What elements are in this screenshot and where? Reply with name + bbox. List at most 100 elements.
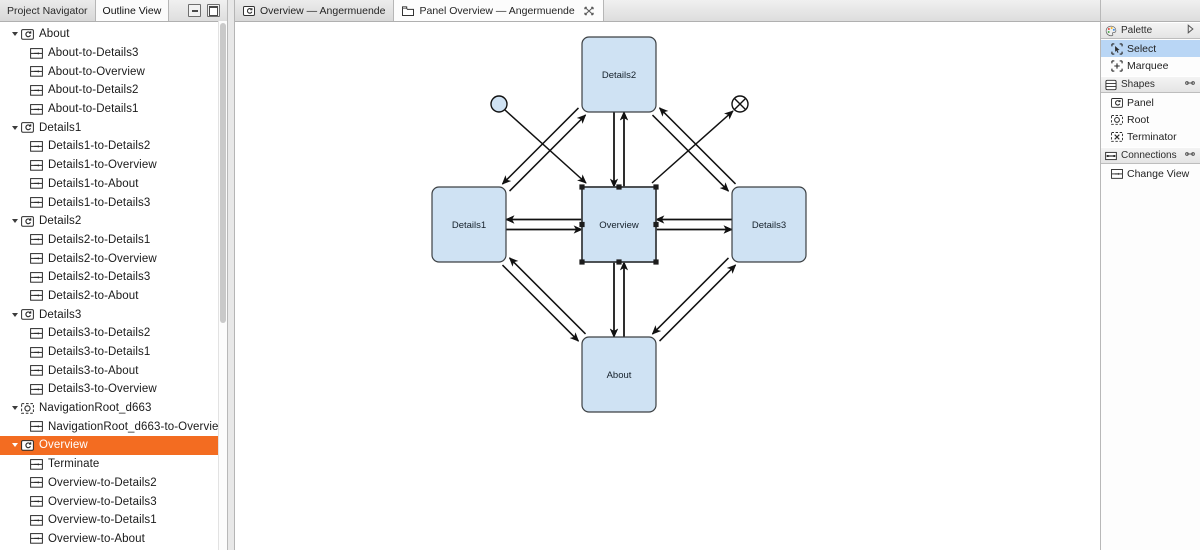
palette-section-title: Palette	[1121, 25, 1153, 36]
diagram-canvas[interactable]: Details2 Details1 Overview Details3 About	[235, 22, 1100, 550]
palette-item-marquee[interactable]: Marquee	[1101, 57, 1200, 74]
tree-item[interactable]: About-to-Details3	[0, 44, 227, 63]
diagram-node-overview[interactable]: Overview	[581, 186, 657, 263]
tree-node-details2[interactable]: Details2	[0, 212, 227, 231]
left-splitter[interactable]	[228, 0, 235, 550]
tree-item[interactable]: Overview-to-Details1	[0, 511, 227, 530]
tree-item[interactable]: Details3-to-Details2	[0, 324, 227, 343]
node-label: About	[607, 370, 632, 381]
tree-item-label: NavigationRoot_d663-to-Overview	[48, 420, 227, 433]
palette-item-label: Marquee	[1127, 59, 1169, 72]
tree-item[interactable]: About-to-Details1	[0, 100, 227, 119]
twisty-expanded-icon[interactable]	[8, 405, 21, 411]
tree-item[interactable]: Details1-to-Details2	[0, 137, 227, 156]
tree-item[interactable]: Details1-to-Overview	[0, 156, 227, 175]
tab-project-navigator[interactable]: Project Navigator	[0, 0, 96, 21]
palette-section-header-shapes[interactable]: Shapes	[1101, 76, 1200, 93]
connection-root-to-overview[interactable]	[504, 109, 587, 184]
connection-details3-to-about[interactable]	[651, 257, 729, 335]
tree-item[interactable]: Overview-to-Details2	[0, 474, 227, 493]
editor-tab-overview[interactable]: Overview — Angermuende	[235, 0, 395, 21]
tree-item-label: Details3-to-Details1	[48, 346, 151, 359]
selection-handle[interactable]	[653, 184, 659, 190]
tree-node-navigationroot_d663[interactable]: NavigationRoot_d663	[0, 399, 227, 418]
close-icon[interactable]	[583, 5, 595, 17]
node-label: Details3	[752, 220, 786, 231]
twisty-expanded-icon[interactable]	[8, 442, 21, 448]
outline-tree[interactable]: About About-to-Details3 About-to-Overview A…	[0, 22, 227, 550]
palette-section-title: Shapes	[1121, 79, 1155, 90]
palette-sections: Palette Select Marquee Shapes Panel Root Termi…	[1101, 22, 1200, 184]
tree-item[interactable]: Details2-to-About	[0, 287, 227, 306]
editor-tab-panel-overview[interactable]: Panel Overview — Angermuende	[394, 0, 604, 21]
tree-item[interactable]: About-to-Overview	[0, 62, 227, 81]
diagram-node-details2[interactable]: Details2	[581, 36, 657, 113]
palette-section-header-palette[interactable]: Palette	[1101, 22, 1200, 39]
twisty-expanded-icon[interactable]	[8, 31, 21, 37]
connection-about-to-details3[interactable]	[659, 264, 737, 342]
palette-item-terminator[interactable]: Terminator	[1101, 128, 1200, 145]
connection-details1-to-about[interactable]	[501, 264, 580, 342]
tab-label: Project Navigator	[7, 4, 88, 17]
twisty-expanded-icon[interactable]	[8, 125, 21, 131]
connection-about-to-details1[interactable]	[508, 257, 587, 335]
palette-item-select[interactable]: Select	[1101, 40, 1200, 57]
root-marker[interactable]	[490, 95, 508, 113]
tree-node-details3[interactable]: Details3	[0, 305, 227, 324]
tree-item[interactable]: Details1-to-About	[0, 175, 227, 194]
connection-icon	[30, 141, 43, 152]
connection-details2-to-details3[interactable]	[651, 114, 730, 192]
twisty-expanded-icon[interactable]	[8, 218, 21, 224]
diagram-node-details3[interactable]: Details3	[731, 186, 807, 263]
connection-details2-to-details1[interactable]	[501, 107, 579, 185]
connection-icon	[30, 458, 43, 470]
twisty-expanded-icon[interactable]	[8, 312, 21, 318]
maximize-button[interactable]	[207, 4, 220, 17]
connection-icon	[30, 327, 43, 339]
tree-item[interactable]: Details2-to-Overview	[0, 249, 227, 268]
tree-item[interactable]: About-to-Details2	[0, 81, 227, 100]
palette-item-change-view[interactable]: Change View	[1101, 165, 1200, 182]
selection-handle[interactable]	[579, 221, 585, 228]
tree-item-label: Overview-to-Details2	[48, 476, 157, 489]
tree-node-details1[interactable]: Details1	[0, 118, 227, 137]
selection-handle[interactable]	[616, 184, 622, 190]
tree-scrollbar-thumb[interactable]	[220, 23, 226, 323]
selection-handle[interactable]	[616, 259, 622, 265]
tree-item[interactable]: Details2-to-Details1	[0, 231, 227, 250]
tree-item[interactable]: Details1-to-Details3	[0, 193, 227, 212]
selection-handle[interactable]	[653, 221, 659, 228]
palette-section-toggle[interactable]	[1184, 148, 1196, 163]
tab-outline-view[interactable]: Outline View	[95, 0, 170, 21]
tree-item[interactable]: Overview-to-About	[0, 530, 227, 549]
connection-overview-to-terminator[interactable]	[651, 110, 734, 184]
selection-handle[interactable]	[653, 259, 659, 265]
tree-item[interactable]: NavigationRoot_d663-to-Overview	[0, 417, 227, 436]
tree-item[interactable]: Details3-to-Overview	[0, 380, 227, 399]
selection-handle[interactable]	[579, 259, 585, 265]
tree-scrollbar[interactable]	[218, 21, 227, 550]
palette-section-toggle[interactable]	[1184, 77, 1196, 92]
palette-section-toggle[interactable]	[1184, 23, 1196, 38]
tree-item[interactable]: Details3-to-Details1	[0, 343, 227, 362]
panel-icon	[21, 309, 34, 320]
connection-icon	[30, 514, 43, 526]
terminator-marker[interactable]	[731, 95, 749, 113]
tree-item-label: Details1-to-Details2	[48, 140, 151, 153]
diagram-node-details1[interactable]: Details1	[431, 186, 507, 263]
node-label: Overview	[599, 220, 639, 231]
tree-item[interactable]: Details3-to-About	[0, 361, 227, 380]
minimize-button[interactable]	[188, 4, 201, 17]
connections-icon	[1105, 151, 1117, 160]
selection-handle[interactable]	[579, 184, 585, 190]
tree-item[interactable]: Terminate	[0, 455, 227, 474]
tree-node-about[interactable]: About	[0, 25, 227, 44]
connection-details1-to-details2[interactable]	[509, 114, 587, 192]
palette-item-panel[interactable]: Panel	[1101, 94, 1200, 111]
palette-item-root[interactable]: Root	[1101, 111, 1200, 128]
palette-section-header-connections[interactable]: Connections	[1101, 147, 1200, 164]
tree-node-overview[interactable]: Overview	[0, 436, 227, 455]
tree-item[interactable]: Details2-to-Details3	[0, 268, 227, 287]
tree-item[interactable]: Overview-to-Details3	[0, 492, 227, 511]
diagram-node-about[interactable]: About	[581, 336, 657, 413]
